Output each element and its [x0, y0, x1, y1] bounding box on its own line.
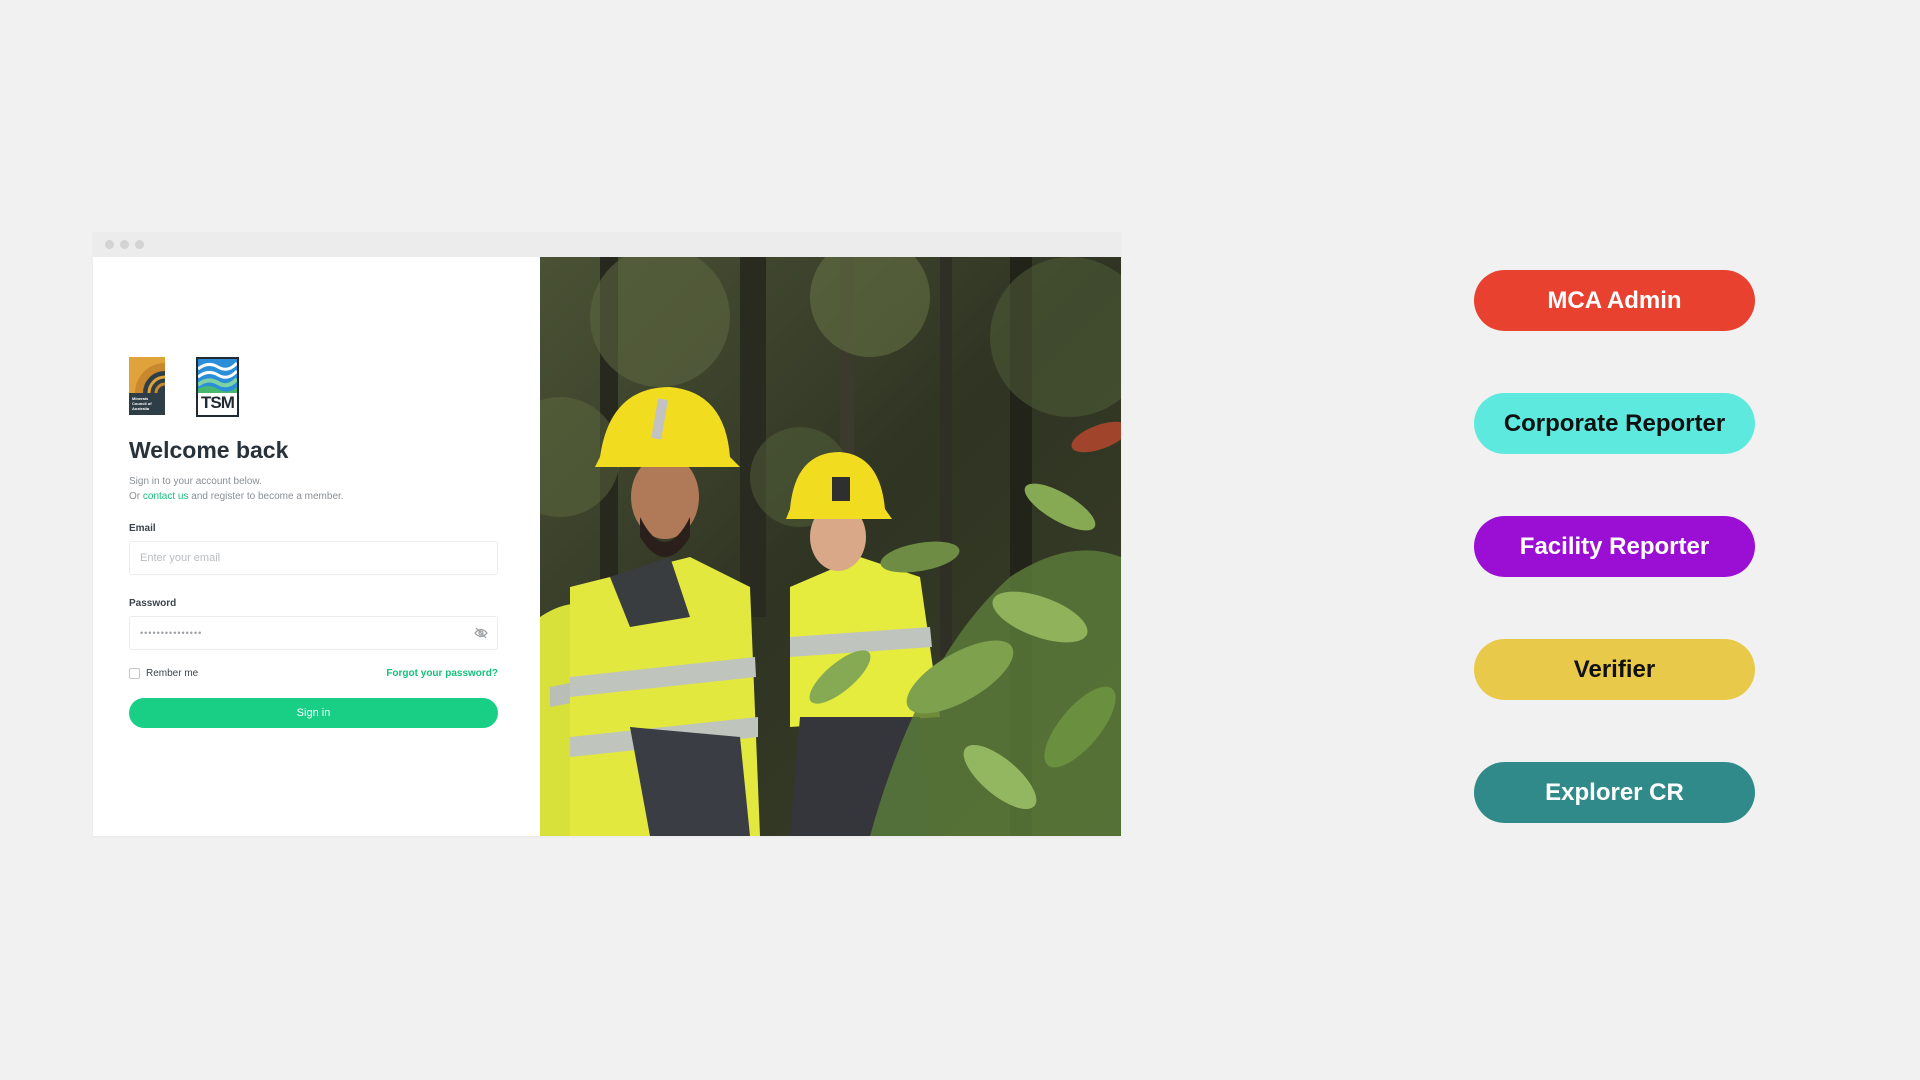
window-titlebar	[93, 232, 1121, 257]
login-options-row: Rember me Forgot your password?	[129, 668, 498, 679]
remember-me-checkbox[interactable]	[129, 668, 140, 679]
remember-me-label: Rember me	[146, 668, 199, 679]
role-facility-reporter-button[interactable]: Facility Reporter	[1474, 516, 1755, 577]
role-mca-admin-button[interactable]: MCA Admin	[1474, 270, 1755, 331]
window-content: Minerals Council of Australia TSM Welcom…	[93, 257, 1121, 836]
window-dot-minimize[interactable]	[120, 240, 129, 249]
login-panel: Minerals Council of Australia TSM Welcom…	[93, 257, 540, 836]
tsm-logo-text: TSM	[201, 393, 235, 412]
remember-me[interactable]: Rember me	[129, 668, 198, 679]
subtitle-rest: and register to become a member.	[191, 491, 344, 502]
workers-in-forest-photo	[540, 257, 1121, 836]
subtitle-line-1: Sign in to your account below.	[129, 476, 262, 487]
email-label: Email	[129, 523, 156, 534]
password-value: •••••••••••••••	[140, 628, 203, 638]
mca-logo: Minerals Council of Australia	[129, 357, 165, 415]
role-explorer-cr-button[interactable]: Explorer CR	[1474, 762, 1755, 823]
role-corporate-reporter-button[interactable]: Corporate Reporter	[1474, 393, 1755, 454]
email-placeholder: Enter your email	[140, 552, 221, 564]
tsm-logo: TSM	[196, 357, 239, 417]
window-dot-maximize[interactable]	[135, 240, 144, 249]
mca-logo-text: Minerals Council of Australia	[132, 396, 152, 411]
role-verifier-button[interactable]: Verifier	[1474, 639, 1755, 700]
page-title: Welcome back	[129, 437, 289, 463]
sign-in-button[interactable]: Sign in	[129, 698, 498, 728]
tsm-logo-waves	[198, 359, 237, 393]
subtitle-or: Or	[129, 491, 141, 502]
browser-window: Minerals Council of Australia TSM Welcom…	[93, 232, 1121, 836]
subtitle-line-2: Or contact us and register to become a m…	[129, 489, 496, 504]
logo-row: Minerals Council of Australia TSM	[129, 357, 496, 417]
login-subtitle: Sign in to your account below. Or contac…	[129, 474, 496, 504]
email-field[interactable]: Enter your email	[129, 541, 498, 575]
window-dot-close[interactable]	[105, 240, 114, 249]
password-label: Password	[129, 598, 177, 609]
contact-us-link[interactable]: contact us	[143, 491, 189, 502]
password-field[interactable]: •••••••••••••••	[129, 616, 498, 650]
eye-off-icon[interactable]	[474, 627, 488, 642]
forgot-password-link[interactable]: Forgot your password?	[386, 668, 498, 679]
